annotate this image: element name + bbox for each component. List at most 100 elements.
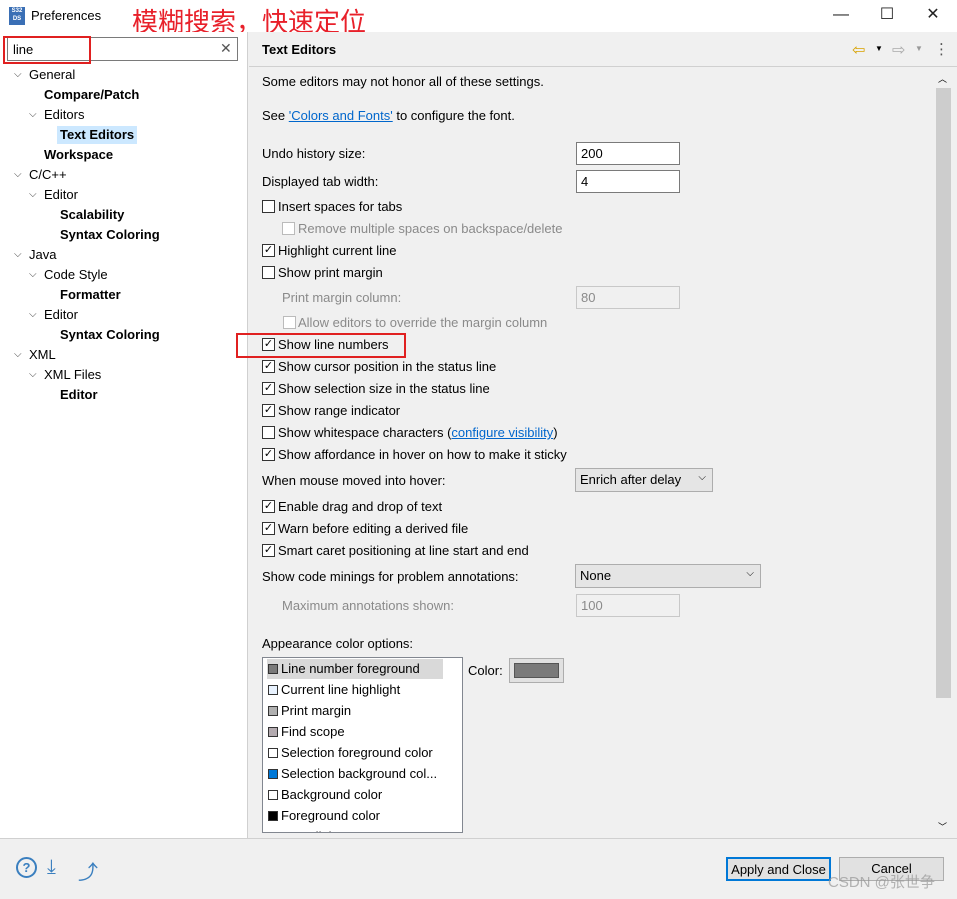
checkbox[interactable]: ✓ — [262, 544, 275, 557]
color-option-item[interactable]: Current line highlight — [267, 680, 443, 700]
tree-item[interactable]: Workspace — [41, 146, 116, 164]
color-option-label: Print margin — [281, 703, 352, 718]
chevron-down-icon: ⌵ — [698, 472, 706, 483]
tree-item[interactable]: Formatter — [57, 286, 124, 304]
minings-value: None — [580, 568, 612, 583]
color-option-item[interactable]: Selection background col... — [267, 764, 443, 784]
color-label: Color: — [468, 663, 503, 678]
color-swatch-icon — [268, 685, 278, 695]
tree-item[interactable]: Editor — [41, 306, 81, 324]
chevron-down-icon[interactable]: ⌵ — [14, 249, 22, 260]
page-title: Text Editors — [262, 42, 337, 57]
color-option-item[interactable]: Background color — [267, 785, 443, 805]
colors-fonts-link[interactable]: 'Colors and Fonts' — [289, 108, 393, 123]
tree-item[interactable]: Editor — [41, 186, 81, 204]
color-option-label: Hyperlink — [281, 829, 335, 832]
checkbox-label: Insert spaces for tabs — [278, 199, 403, 214]
checkbox-label: Show cursor position in the status line — [278, 359, 497, 374]
checkbox[interactable] — [282, 222, 295, 235]
allow-override-label: Allow editors to override the margin col… — [298, 315, 548, 330]
configure-visibility-link[interactable]: configure visibility — [451, 425, 553, 440]
help-icon[interactable]: ? — [16, 857, 37, 878]
chevron-down-icon[interactable]: ⌵ — [14, 169, 22, 180]
whitespace-text: Show whitespace characters ( — [278, 425, 452, 440]
tree-item[interactable]: Compare/Patch — [41, 86, 142, 104]
color-option-item[interactable]: Hyperlink — [267, 827, 443, 832]
checkbox[interactable]: ✓ — [262, 404, 275, 417]
color-option-label: Find scope — [281, 724, 345, 739]
app-logo-icon: S32 DS — [9, 7, 25, 25]
color-option-label: Foreground color — [281, 808, 380, 823]
checkbox-label: Smart caret positioning at line start an… — [278, 543, 529, 558]
tree-item[interactable]: Syntax Coloring — [57, 326, 163, 344]
color-option-item[interactable]: Line number foreground — [267, 659, 443, 679]
color-option-item[interactable]: Foreground color — [267, 806, 443, 826]
tree-item[interactable]: Syntax Coloring — [57, 226, 163, 244]
checkbox[interactable] — [262, 200, 275, 213]
chevron-down-icon[interactable]: ⌵ — [14, 349, 22, 360]
forward-icon[interactable]: ⇨ — [892, 40, 905, 60]
undo-history-input[interactable]: 200 — [576, 142, 680, 165]
color-option-label: Current line highlight — [281, 682, 401, 697]
max-annotations-input[interactable]: 100 — [576, 594, 680, 617]
tree-item[interactable]: Text Editors — [57, 126, 138, 144]
color-swatch-icon — [268, 769, 278, 779]
import-icon[interactable]: ⤓ — [47, 856, 56, 879]
back-dropdown-icon[interactable]: ▼ — [875, 44, 883, 53]
affordance-checkbox[interactable]: ✓ — [262, 448, 275, 461]
color-picker-button[interactable] — [509, 658, 564, 683]
tree-item[interactable]: C/C++ — [26, 166, 70, 184]
hover-select[interactable]: Enrich after delay ⌵ — [575, 468, 713, 492]
clear-icon[interactable]: ✕ — [220, 40, 232, 57]
chevron-down-icon[interactable]: ⌵ — [29, 309, 37, 320]
checkbox[interactable]: ✓ — [262, 382, 275, 395]
highlight-box — [3, 36, 91, 64]
print-margin-input[interactable]: 80 — [576, 286, 680, 309]
show-whitespace-label: Show whitespace characters (configure vi… — [278, 425, 558, 440]
scroll-up-icon[interactable]: ︿ — [938, 72, 947, 85]
color-swatch-icon — [268, 664, 278, 674]
hover-value: Enrich after delay — [580, 472, 682, 487]
scrollbar-thumb[interactable] — [936, 88, 951, 698]
tree-item[interactable]: Editor — [57, 386, 101, 404]
hover-label: When mouse moved into hover: — [262, 473, 446, 488]
back-icon[interactable]: ⇦ — [852, 40, 865, 60]
scroll-down-icon[interactable]: ﹀ — [938, 820, 947, 833]
minimize-button[interactable]: — — [826, 4, 856, 26]
color-option-item[interactable]: Find scope — [267, 722, 443, 742]
color-swatch-icon — [268, 727, 278, 737]
chevron-down-icon[interactable]: ⌵ — [14, 69, 22, 80]
tree-item[interactable]: Scalability — [57, 206, 127, 224]
checkbox[interactable]: ✓ — [262, 244, 275, 257]
show-whitespace-checkbox[interactable] — [262, 426, 275, 439]
apply-and-close-button[interactable]: Apply and Close — [726, 857, 831, 881]
tree-item[interactable]: General — [26, 66, 78, 84]
export-icon[interactable]: ⤴ — [78, 856, 98, 885]
forward-dropdown-icon[interactable]: ▼ — [915, 44, 923, 53]
chevron-down-icon[interactable]: ⌵ — [29, 109, 37, 120]
chevron-down-icon[interactable]: ⌵ — [29, 269, 37, 280]
tree-item[interactable]: XML — [26, 346, 59, 364]
checkbox[interactable]: ✓ — [262, 360, 275, 373]
tree-item[interactable]: Editors — [41, 106, 87, 124]
checkbox[interactable]: ✓ — [262, 522, 275, 535]
tree-item[interactable]: Java — [26, 246, 59, 264]
view-menu-icon[interactable]: ⋮ — [934, 40, 949, 58]
color-option-item[interactable]: Selection foreground color — [267, 743, 443, 763]
tree-item[interactable]: Code Style — [41, 266, 111, 284]
color-option-item[interactable]: Print margin — [267, 701, 443, 721]
maximize-button[interactable]: ☐ — [872, 4, 902, 26]
color-options-list[interactable]: Line number foreground Current line highl… — [262, 657, 463, 833]
minings-select[interactable]: None ⌵ — [575, 564, 761, 588]
chevron-down-icon[interactable]: ⌵ — [29, 369, 37, 380]
tree-item[interactable]: XML Files — [41, 366, 104, 384]
color-option-label: Selection foreground color — [281, 745, 433, 760]
affordance-label: Show affordance in hover on how to make … — [278, 447, 567, 462]
chevron-down-icon[interactable]: ⌵ — [29, 189, 37, 200]
close-button[interactable]: ✕ — [918, 4, 948, 26]
checkbox[interactable] — [262, 266, 275, 279]
allow-override-checkbox[interactable] — [283, 316, 296, 329]
checkbox[interactable]: ✓ — [262, 500, 275, 513]
color-swatch-icon — [268, 790, 278, 800]
tab-width-input[interactable]: 4 — [576, 170, 680, 193]
